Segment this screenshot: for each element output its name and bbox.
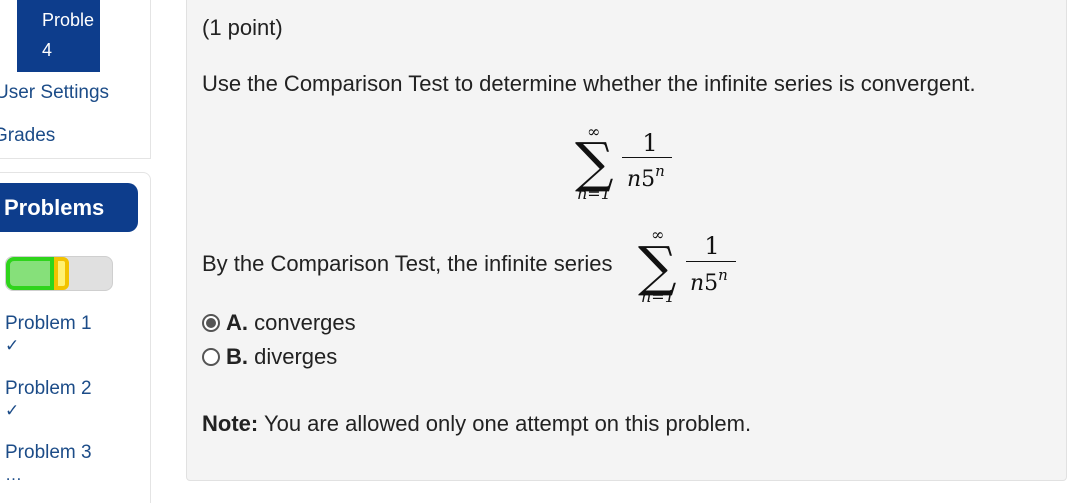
fraction-bar <box>686 261 736 262</box>
attempt-note: Note: You are allowed only one attempt o… <box>202 411 751 437</box>
fraction-numerator: 1 <box>642 129 658 157</box>
problem-link-2[interactable]: Problem 2 ✓ <box>5 378 92 422</box>
series-lower-limit: n=1 <box>577 184 611 203</box>
radio-button-selected[interactable] <box>202 314 220 332</box>
option-letter: A. <box>226 310 248 335</box>
progress-bar <box>5 256 113 291</box>
problem-status-check-icon: ✓ <box>5 401 20 420</box>
sidebar: Proble 4 User Settings Grades Problems P… <box>0 0 151 503</box>
fraction-denominator: n5n <box>690 266 728 296</box>
note-label: Note: <box>202 411 259 436</box>
problem-link-1[interactable]: Problem 1 ✓ <box>5 313 92 357</box>
comparison-sentence: By the Comparison Test, the infinite ser… <box>202 251 613 276</box>
problem-points: (1 point) <box>202 15 283 40</box>
grades-link[interactable]: Grades <box>0 125 55 147</box>
summation-symbol: ∑ <box>638 235 677 298</box>
denominator-five: 5 <box>641 167 656 192</box>
problem-link-3[interactable]: Problem 3 … <box>5 442 92 486</box>
note-text: You are allowed only one attempt on this… <box>263 411 752 436</box>
problem-link-label: Problem 3 <box>5 442 92 463</box>
problem-link-label: Problem 2 <box>5 378 92 399</box>
radio-button[interactable] <box>202 348 220 366</box>
series-lower-limit: n=1 <box>641 287 675 306</box>
current-problem-label: Proble <box>42 10 95 30</box>
denominator-base: n <box>627 167 642 192</box>
denominator-exponent: n <box>655 162 665 180</box>
problem-link-label: Problem 1 <box>5 313 92 334</box>
problem-status-check-icon: ✓ <box>5 336 20 355</box>
current-problem-number: 4 <box>42 40 53 60</box>
user-settings-link[interactable]: User Settings <box>0 82 109 104</box>
fraction-numerator: 1 <box>704 232 720 260</box>
option-a-converges[interactable]: A. converges <box>202 310 356 336</box>
current-problem-tile[interactable]: Proble 4 <box>17 0 100 72</box>
fraction-denominator: n5n <box>627 162 665 192</box>
problem-status-ellipsis-icon: … <box>5 465 22 484</box>
fraction-bar <box>622 157 672 158</box>
option-letter: B. <box>226 344 248 369</box>
option-text: diverges <box>254 344 338 369</box>
progress-correct-segment <box>6 257 54 290</box>
denominator-exponent: n <box>718 266 728 284</box>
problem-question: Use the Comparison Test to determine whe… <box>202 71 976 96</box>
summation-symbol: ∑ <box>575 131 614 194</box>
denominator-five: 5 <box>704 271 719 296</box>
denominator-base: n <box>690 271 705 296</box>
progress-partial-segment <box>54 257 69 290</box>
option-b-diverges[interactable]: B. diverges <box>202 344 337 370</box>
problems-header: Problems <box>0 183 138 232</box>
option-text: converges <box>254 310 356 335</box>
